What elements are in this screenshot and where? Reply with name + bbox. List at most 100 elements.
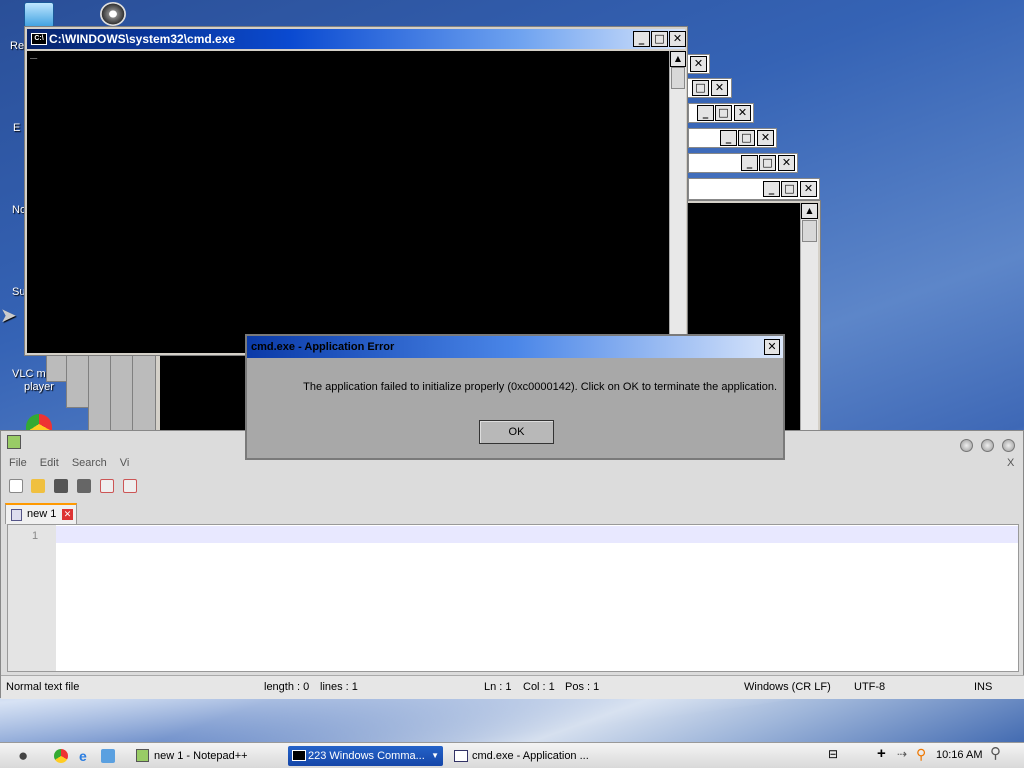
maximize-icon[interactable]: □ xyxy=(715,105,732,121)
close-icon[interactable]: ✕ xyxy=(711,80,728,96)
notepad-window: File Edit Search Vi X new 1 ✕ 1 Normal t… xyxy=(0,430,1024,699)
tab-close-icon[interactable]: ✕ xyxy=(62,509,73,520)
ghost-window-titlebar: _ □ ✕ xyxy=(688,178,820,200)
window-dot-control[interactable] xyxy=(960,439,973,452)
maximize-icon[interactable]: □ xyxy=(692,80,709,96)
scroll-thumb[interactable] xyxy=(671,67,685,89)
ie-icon[interactable]: e xyxy=(79,748,87,764)
cmd-titlebar[interactable]: C:\ C:\WINDOWS\system32\cmd.exe xyxy=(27,29,685,49)
status-ln: Ln : 1 xyxy=(484,681,512,693)
scroll-thumb[interactable] xyxy=(802,220,817,242)
notepad-plus-icon xyxy=(136,749,149,762)
cmd-icon xyxy=(292,750,306,761)
vlc-label-line2: player xyxy=(24,381,54,393)
tray-arrow-icon[interactable]: ⇢ xyxy=(897,747,907,761)
maximize-icon[interactable]: □ xyxy=(759,155,776,171)
ghost-window-titlebar: □ ✕ xyxy=(686,78,732,98)
minimize-icon[interactable]: _ xyxy=(633,31,650,47)
minimize-icon[interactable]: _ xyxy=(720,130,737,146)
scrollbar[interactable]: ▲ xyxy=(669,51,686,353)
task-notepad[interactable]: new 1 - Notepad++ xyxy=(134,746,284,766)
desktop-icon-label: Re xyxy=(10,40,25,52)
dialog-title: cmd.exe - Application Error xyxy=(251,341,395,353)
window-icon xyxy=(454,750,468,762)
network-icon[interactable]: ⊟ xyxy=(828,747,838,761)
menu-edit[interactable]: Edit xyxy=(40,457,59,469)
taskbar: ● e new 1 - Notepad++ 223 Windows Comma.… xyxy=(0,742,1024,768)
task-label: new 1 - Notepad++ xyxy=(154,750,248,762)
recycle-bin-icon[interactable] xyxy=(24,2,54,28)
close-icon[interactable]: ✕ xyxy=(690,56,707,72)
apple-icon[interactable]: ● xyxy=(18,746,28,766)
maximize-icon[interactable]: □ xyxy=(738,130,755,146)
file-icon xyxy=(11,509,22,521)
scroll-up-icon[interactable]: ▲ xyxy=(801,203,818,219)
dialog-titlebar[interactable]: cmd.exe - Application Error xyxy=(247,336,783,358)
close-all-icon[interactable] xyxy=(123,479,137,493)
close-file-icon[interactable] xyxy=(100,479,114,493)
task-label: cmd.exe - Application ... xyxy=(472,750,589,762)
ghost-window-frame xyxy=(88,352,112,432)
tab-label: new 1 xyxy=(27,508,57,520)
film-reel-icon[interactable] xyxy=(100,2,126,26)
ghost-window-titlebar: _ □ ✕ xyxy=(688,153,798,173)
status-bar: Normal text file length : 0 lines : 1 Ln… xyxy=(1,675,1024,699)
maximize-icon[interactable]: □ xyxy=(781,181,798,197)
close-icon[interactable]: ✕ xyxy=(778,155,795,171)
scroll-up-icon[interactable]: ▲ xyxy=(670,51,686,67)
chrome-icon[interactable] xyxy=(54,749,68,763)
close-icon[interactable]: ✕ xyxy=(757,130,774,146)
line-number: 1 xyxy=(32,530,39,542)
cmd-title: C:\WINDOWS\system32\cmd.exe xyxy=(49,32,236,46)
plus-icon[interactable]: + xyxy=(877,745,886,762)
close-icon[interactable]: ✕ xyxy=(669,31,686,47)
ok-button[interactable]: OK xyxy=(479,420,554,444)
window-dot-control[interactable] xyxy=(1002,439,1015,452)
current-line-highlight xyxy=(56,526,1018,543)
menu-bar: File Edit Search Vi xyxy=(9,457,129,469)
arrow-shortcut-icon: ➤ xyxy=(0,305,17,327)
status-col: Col : 1 xyxy=(523,681,555,693)
close-x-label[interactable]: X xyxy=(1007,457,1014,469)
notepad-app-icon[interactable] xyxy=(7,435,21,449)
window-dot-control[interactable] xyxy=(981,439,994,452)
vlc-label-line1: VLC m xyxy=(12,368,46,380)
status-file-type: Normal text file xyxy=(6,681,80,693)
open-file-icon[interactable] xyxy=(31,479,45,493)
explorer-icon[interactable] xyxy=(101,749,115,763)
minimize-icon[interactable]: _ xyxy=(697,105,714,121)
chevron-down-icon[interactable]: ▼ xyxy=(431,746,439,766)
editor[interactable]: 1 xyxy=(7,524,1019,672)
ghost-window-frame xyxy=(46,352,68,382)
status-mode: INS xyxy=(974,681,993,693)
clock: 10:16 AM xyxy=(936,749,983,761)
console-cursor: _ xyxy=(30,45,38,59)
ghost-window-frame xyxy=(66,352,90,408)
error-message: The application failed to initialize pro… xyxy=(303,381,777,393)
save-icon[interactable] xyxy=(54,479,68,493)
close-icon[interactable]: ✕ xyxy=(764,339,780,355)
menu-search[interactable]: Search xyxy=(72,457,107,469)
error-dialog: cmd.exe - Application Error ✕ The applic… xyxy=(245,334,785,460)
minimize-icon[interactable]: _ xyxy=(763,181,780,197)
task-cmd-group[interactable]: 223 Windows Comma... ▼ xyxy=(288,746,443,766)
line-gutter xyxy=(8,525,56,671)
desktop-icon-label: E xyxy=(13,122,21,134)
cmd-icon: C:\ xyxy=(31,33,47,45)
minimize-icon[interactable]: _ xyxy=(741,155,758,171)
cmd-window: C:\ C:\WINDOWS\system32\cmd.exe _ □ ✕ _ … xyxy=(24,26,688,356)
maximize-icon[interactable]: □ xyxy=(651,31,668,47)
menu-view[interactable]: Vi xyxy=(120,457,130,469)
close-icon[interactable]: ✕ xyxy=(800,181,817,197)
ghost-window-titlebar: _ □ ✕ xyxy=(688,103,754,123)
task-error-dialog[interactable]: cmd.exe - Application ... xyxy=(452,746,612,766)
tab-new-1[interactable]: new 1 ✕ xyxy=(5,503,77,524)
search-icon[interactable]: ⚲ xyxy=(990,744,1001,762)
close-icon[interactable]: ✕ xyxy=(734,105,751,121)
menu-file[interactable]: File xyxy=(9,457,27,469)
search-tray-icon[interactable]: ⚲ xyxy=(916,746,926,763)
status-encoding: UTF-8 xyxy=(854,681,886,693)
save-all-icon[interactable] xyxy=(77,479,91,493)
console-area[interactable]: _ xyxy=(27,45,669,353)
new-file-icon[interactable] xyxy=(9,479,23,493)
